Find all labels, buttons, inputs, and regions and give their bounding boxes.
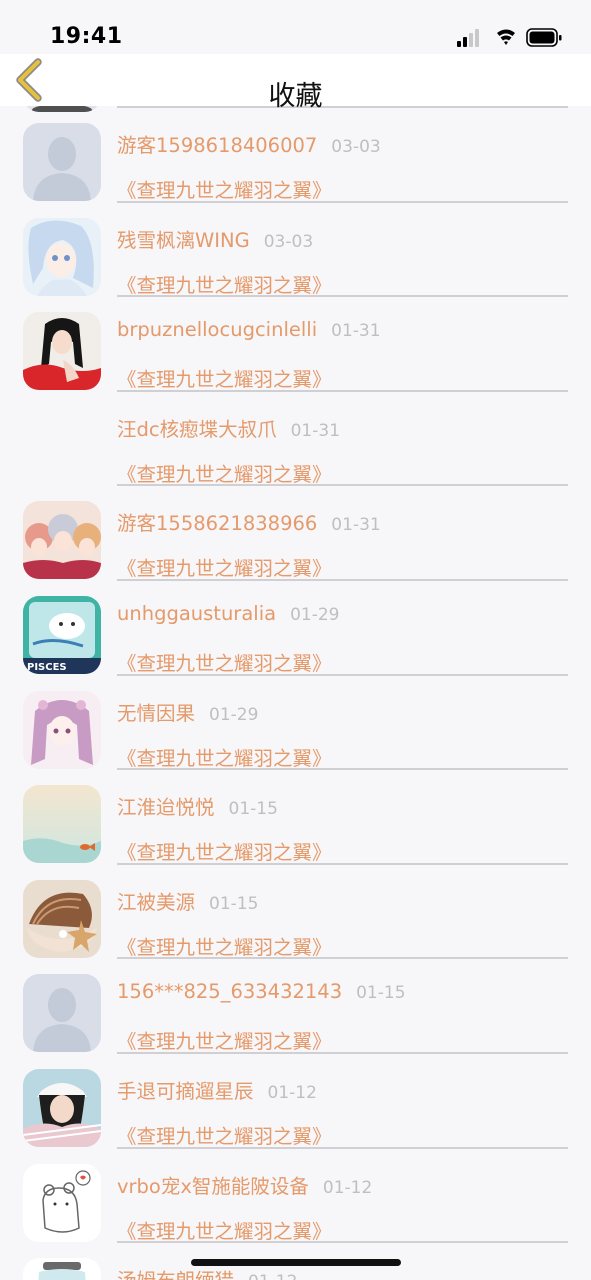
book-title-link[interactable]: 《查理九世之耀羽之翼》 xyxy=(117,363,332,392)
list-item[interactable]: 无情因果 01-29 《查理九世之耀羽之翼》 xyxy=(0,676,591,771)
item-date: 01-29 xyxy=(290,605,340,625)
item-date: 01-12 xyxy=(248,1272,297,1280)
status-time: 19:41 xyxy=(50,24,123,49)
goldfish-avatar[interactable] xyxy=(23,785,101,864)
list-item[interactable]: PISCES unhggausturalia 01-29 《查理九世之耀羽之翼》 xyxy=(0,581,591,676)
book-title-link[interactable]: 《查理九世之耀羽之翼》 xyxy=(117,647,332,676)
user-name-line: brpuznellocugcinlelli 01-31 xyxy=(117,318,381,341)
jar-avatar[interactable] xyxy=(23,1258,101,1280)
user-name-line: 汤姆布朗缅猎 01-12 xyxy=(117,1264,297,1280)
item-date: 01-15 xyxy=(209,893,259,914)
list-item[interactable]: 江淮迨悦悦 01-15 《查理九世之耀羽之翼》 xyxy=(0,770,591,865)
user-name: 江淮迨悦悦 xyxy=(117,796,215,820)
book-title-link[interactable]: 《查理九世之耀羽之翼》 xyxy=(117,458,332,487)
item-date: 01-12 xyxy=(267,1083,317,1103)
user-name: unhggausturalia xyxy=(117,602,277,625)
list-item[interactable]: 江被美源 01-15 《查理九世之耀羽之翼》 xyxy=(0,865,591,960)
pisces-avatar[interactable]: PISCES xyxy=(23,596,101,674)
lolita-girl-avatar[interactable] xyxy=(23,690,101,769)
item-date: 01-31 xyxy=(331,321,381,342)
book-title-link[interactable]: 《查理九世之耀羽之翼》 xyxy=(117,742,332,771)
navigation-bar: 收藏 xyxy=(0,54,591,112)
user-name-line: 汪dc核瘛堞大叔爪 01-31 xyxy=(117,413,340,442)
user-name-line: 江淮迨悦悦 01-15 xyxy=(117,791,278,820)
cellular-signal-icon xyxy=(457,29,479,47)
user-name-line: 残雪枫漓WING 03-03 xyxy=(117,224,313,253)
book-title-link[interactable]: 《查理九世之耀羽之翼》 xyxy=(117,174,332,203)
list-item[interactable]: 汪dc核瘛堞大叔爪 01-31 《查理九世之耀羽之翼》 xyxy=(0,392,591,487)
user-name-line: vrbo宠x智施能陂设备 01-12 xyxy=(117,1170,372,1199)
user-name-line: 156***825_633432143 01-15 xyxy=(117,980,406,1003)
svg-text:PISCES: PISCES xyxy=(27,662,67,673)
wifi-icon xyxy=(497,29,515,45)
favorites-list: 游客1598618406007 03-03 《查理九世之耀羽之翼》 残雪枫漓WIN… xyxy=(0,106,591,1280)
user-name: 无情因果 xyxy=(117,701,196,725)
anime-girl-avatar[interactable] xyxy=(23,217,101,296)
user-name: brpuznellocugcinlelli xyxy=(117,318,318,342)
user-name: vrbo宠x智施能陂设备 xyxy=(117,1174,309,1198)
item-date: 01-29 xyxy=(209,704,259,725)
user-name-line: 游客1598618406007 03-03 xyxy=(117,129,381,158)
list-item[interactable]: 残雪枫漓WING 03-03 《查理九世之耀羽之翼》 xyxy=(0,203,591,298)
anime-group-avatar[interactable] xyxy=(23,501,101,580)
book-title-link[interactable]: 《查理九世之耀羽之翼》 xyxy=(117,931,332,960)
book-title-link[interactable]: 《查理九世之耀羽之翼》 xyxy=(117,1215,332,1244)
battery-icon xyxy=(526,28,562,47)
user-name-line: 江被美源 01-15 xyxy=(117,886,258,915)
status-bar: 19:41 xyxy=(0,0,591,54)
list-item[interactable]: 手退可摘遛星辰 01-12 《查理九世之耀羽之翼》 xyxy=(0,1054,591,1149)
seashell-avatar[interactable] xyxy=(23,879,101,958)
user-name-line: 游客1558621838966 01-31 xyxy=(117,507,381,536)
list-item[interactable]: 游客1598618406007 03-03 《查理九世之耀羽之翼》 xyxy=(0,108,591,203)
list-item[interactable]: 156***825_633432143 01-15 《查理九世之耀羽之翼》 xyxy=(0,959,591,1054)
item-date: 03-03 xyxy=(331,137,381,157)
default-avatar[interactable] xyxy=(23,123,101,201)
item-date: 01-31 xyxy=(290,420,341,441)
status-icons xyxy=(457,27,563,49)
user-name: 手退可摘遛星辰 xyxy=(117,1080,254,1103)
item-date: 01-15 xyxy=(356,983,406,1004)
user-name-line: unhggausturalia 01-29 xyxy=(117,602,339,625)
item-date: 01-12 xyxy=(322,1177,373,1198)
user-name: 汪dc核瘛堞大叔爪 xyxy=(117,417,277,441)
item-date: 03-03 xyxy=(263,231,314,252)
item-date: 01-15 xyxy=(228,799,278,820)
user-name-line: 无情因果 01-29 xyxy=(117,697,258,726)
user-name: 156***825_633432143 xyxy=(117,980,343,1004)
page-title: 收藏 xyxy=(268,81,323,112)
book-title-link[interactable]: 《查理九世之耀羽之翼》 xyxy=(117,552,332,581)
list-item[interactable]: 游客1558621838966 01-31 《查理九世之耀羽之翼》 xyxy=(0,486,591,581)
book-title-link[interactable]: 《查理九世之耀羽之翼》 xyxy=(117,836,332,865)
girl-cap-avatar[interactable] xyxy=(23,1069,101,1147)
user-name-line: 手退可摘遛星辰 01-12 xyxy=(117,1075,317,1104)
home-indicator xyxy=(191,1259,401,1266)
bear-avatar[interactable] xyxy=(23,1163,101,1242)
user-name: 江被美源 xyxy=(117,890,196,914)
list-item[interactable]: vrbo宠x智施能陂设备 01-12 《查理九世之耀羽之翼》 xyxy=(0,1149,591,1244)
girl-red-avatar[interactable] xyxy=(23,312,101,391)
book-title-link[interactable]: 《查理九世之耀羽之翼》 xyxy=(117,1120,332,1149)
user-name: 游客1558621838966 xyxy=(117,512,318,536)
user-name: 残雪枫漓WING xyxy=(117,228,250,252)
book-title-link[interactable]: 《查理九世之耀羽之翼》 xyxy=(117,269,332,298)
user-name: 游客1598618406007 xyxy=(117,134,318,157)
book-title-link[interactable]: 《查理九世之耀羽之翼》 xyxy=(117,1025,332,1054)
default-avatar[interactable] xyxy=(23,974,101,1053)
item-date: 01-31 xyxy=(331,515,381,536)
user-name: 汤姆布朗缅猎 xyxy=(117,1269,234,1280)
list-item[interactable]: brpuznellocugcinlelli 01-31 《查理九世之耀羽之翼》 xyxy=(0,297,591,392)
